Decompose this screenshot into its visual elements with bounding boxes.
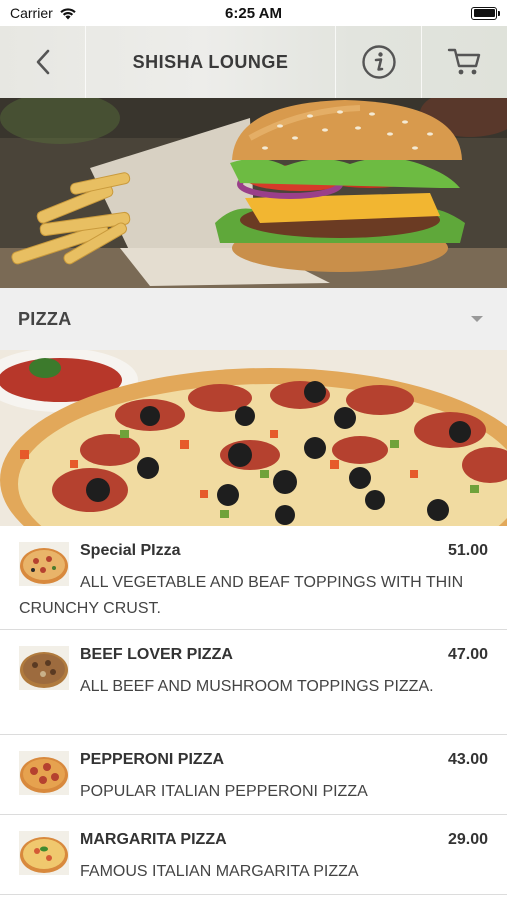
item-description: ALL VEGETABLE AND BEAF TOPPINGS WITH THI… <box>19 574 464 617</box>
item-description: FAMOUS ITALIAN MARGARITA PIZZA <box>80 863 359 880</box>
item-thumbnail <box>19 751 69 795</box>
item-name: Special PIzza <box>80 542 181 559</box>
item-price: 29.00 <box>447 831 488 848</box>
caret-down-icon <box>471 316 483 322</box>
wifi-icon <box>60 7 76 19</box>
page-title: SHISHA LOUNGE <box>86 26 336 98</box>
item-price: 51.00 <box>447 542 488 559</box>
item-price: 47.00 <box>447 646 488 663</box>
category-banner-image <box>0 350 507 526</box>
battery-icon <box>471 6 500 20</box>
item-name: MARGARITA PIZZA <box>80 831 227 848</box>
hero-burger-image <box>0 98 507 288</box>
menu-item[interactable]: PEPPERONI PIZZA 43.00 POPULAR ITALIAN PE… <box>0 735 507 815</box>
info-button[interactable] <box>336 26 422 98</box>
category-title: PIZZA <box>18 308 72 329</box>
info-icon <box>361 45 396 79</box>
cart-icon <box>447 48 480 75</box>
carrier-label: Carrier <box>10 5 53 21</box>
menu-item[interactable]: MARGARITA PIZZA 29.00 FAMOUS ITALIAN MAR… <box>0 815 507 895</box>
item-name: PEPPERONI PIZZA <box>80 751 225 768</box>
menu-item[interactable]: BEEF LOVER PIZZA 47.00 ALL BEEF AND MUSH… <box>0 630 507 735</box>
menu-list: Special PIzza 51.00 ALL VEGETABLE AND BE… <box>0 526 507 895</box>
item-thumbnail <box>19 646 69 690</box>
item-price: 43.00 <box>447 751 488 768</box>
menu-item[interactable]: Special PIzza 51.00 ALL VEGETABLE AND BE… <box>0 526 507 630</box>
item-thumbnail <box>19 542 69 586</box>
item-description: POPULAR ITALIAN PEPPERONI PIZZA <box>80 783 368 800</box>
cart-button[interactable] <box>422 26 507 98</box>
status-bar: Carrier 6:25 AM <box>0 0 507 26</box>
item-name: BEEF LOVER PIZZA <box>80 646 233 663</box>
category-dropdown[interactable]: PIZZA <box>0 288 507 350</box>
item-thumbnail <box>19 831 69 875</box>
back-button[interactable] <box>0 26 86 98</box>
chevron-left-icon <box>36 49 49 75</box>
item-description: ALL BEEF AND MUSHROOM TOPPINGS PIZZA. <box>80 678 434 695</box>
nav-bar: SHISHA LOUNGE <box>0 26 507 98</box>
